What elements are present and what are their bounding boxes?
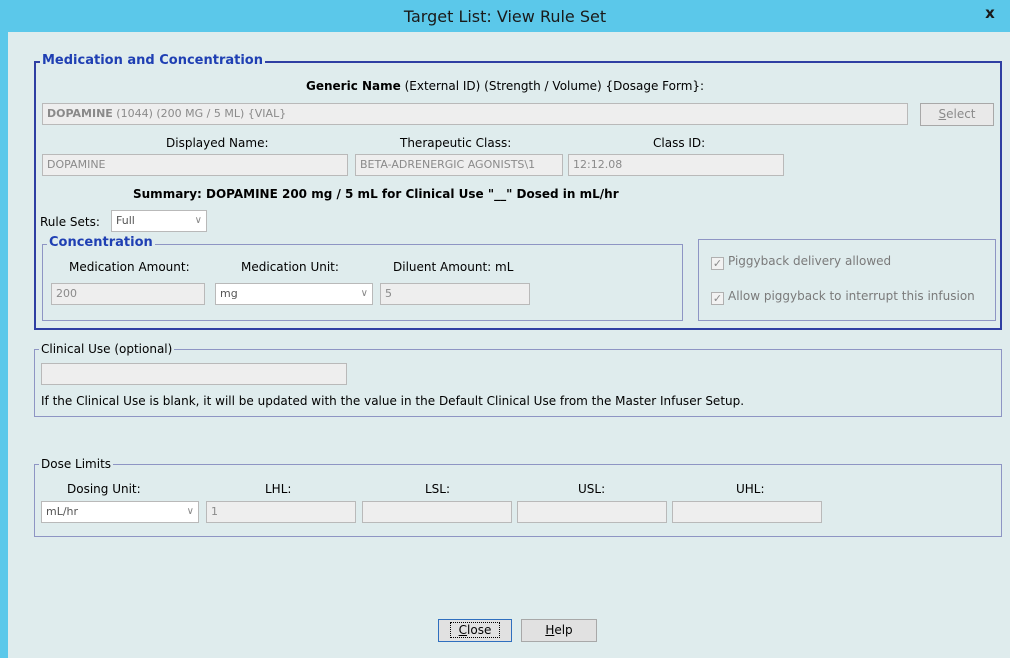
checkmark-icon: ✓ — [711, 257, 724, 270]
uhl-label: UHL: — [736, 482, 765, 496]
usl-label: USL: — [578, 482, 606, 496]
medication-concentration-group: Medication and Concentration Generic Nam… — [34, 54, 1002, 330]
dosing-unit-label: Dosing Unit: — [67, 482, 141, 496]
close-button-label: lose — [467, 623, 492, 637]
dosing-unit-value: mL/hr — [46, 505, 79, 518]
usl-field — [517, 501, 667, 523]
dosing-unit-dropdown[interactable]: mL/hr ∨ — [41, 501, 199, 523]
close-button-focus: Close — [449, 622, 501, 638]
select-button-mnemonic: S — [938, 107, 947, 121]
chevron-down-icon: ∨ — [360, 288, 368, 299]
piggyback-interrupt-label: Allow piggyback to interrupt this infusi… — [728, 289, 975, 303]
lhl-field: 1 — [206, 501, 356, 523]
help-button-mnemonic: H — [545, 623, 555, 637]
title-bar[interactable]: Target List: View Rule Set x — [0, 0, 1010, 32]
piggyback-delivery-checkbox[interactable]: ✓ Piggyback delivery allowed — [711, 254, 891, 270]
dialog-client-area: Medication and Concentration Generic Nam… — [8, 32, 1010, 658]
window-title: Target List: View Rule Set — [403, 7, 607, 26]
piggyback-group: ✓ Piggyback delivery allowed ✓ Allow piggy… — [698, 239, 996, 321]
concentration-group: Concentration Medication Amount: Medicat… — [42, 236, 683, 321]
generic-name-value-rest: (1044) (200 MG / 5 ML) {VIAL} — [112, 107, 287, 120]
displayed-name-label: Displayed Name: — [166, 136, 269, 150]
piggyback-interrupt-checkbox[interactable]: ✓ Allow piggyback to interrupt this infus… — [711, 289, 975, 305]
rule-sets-value: Full — [116, 214, 135, 227]
lsl-label: LSL: — [425, 482, 451, 496]
generic-name-header: Generic Name (External ID) (Strength / V… — [306, 79, 704, 93]
displayed-name-field: DOPAMINE — [42, 154, 348, 176]
medication-unit-dropdown[interactable]: mg ∨ — [215, 283, 373, 305]
generic-name-header-rest: (External ID) (Strength / Volume) {Dosag… — [400, 79, 705, 93]
help-button-label: elp — [554, 623, 573, 637]
lsl-field — [362, 501, 512, 523]
diluent-amount-label: Diluent Amount: mL — [393, 260, 514, 274]
class-id-field: 12:12.08 — [568, 154, 784, 176]
medication-concentration-legend: Medication and Concentration — [40, 53, 265, 68]
dialog-window: Target List: View Rule Set x Medication … — [0, 0, 1010, 658]
concentration-legend: Concentration — [47, 235, 155, 250]
dose-limits-legend: Dose Limits — [39, 457, 114, 471]
select-button[interactable]: Select — [920, 103, 994, 126]
close-icon[interactable]: x — [976, 2, 1004, 24]
rule-sets-label: Rule Sets: — [40, 215, 100, 229]
generic-name-field: DOPAMINE (1044) (200 MG / 5 ML) {VIAL} — [42, 103, 908, 125]
piggyback-delivery-label: Piggyback delivery allowed — [728, 254, 892, 268]
clinical-use-field — [41, 363, 347, 385]
medication-amount-field: 200 — [51, 283, 205, 305]
therapeutic-class-field: BETA-ADRENERGIC AGONISTS\1 — [355, 154, 563, 176]
chevron-down-icon: ∨ — [194, 215, 202, 226]
summary-text: Summary: DOPAMINE 200 mg / 5 mL for Clin… — [133, 187, 619, 201]
generic-name-header-bold: Generic Name — [306, 79, 401, 93]
generic-name-value-bold: DOPAMINE — [47, 107, 113, 120]
clinical-use-group: Clinical Use (optional) If the Clinical … — [34, 342, 1002, 417]
medication-unit-value: mg — [220, 287, 238, 300]
close-button[interactable]: Close — [438, 619, 512, 642]
clinical-use-legend: Clinical Use (optional) — [39, 342, 175, 356]
close-button-mnemonic: C — [458, 623, 468, 637]
dose-limits-group: Dose Limits Dosing Unit: LHL: LSL: USL: … — [34, 457, 1002, 537]
select-button-label: elect — [946, 107, 976, 121]
clinical-use-note: If the Clinical Use is blank, it will be… — [41, 394, 745, 408]
rule-sets-dropdown[interactable]: Full ∨ — [111, 210, 207, 232]
medication-amount-label: Medication Amount: — [69, 260, 190, 274]
medication-unit-label: Medication Unit: — [241, 260, 339, 274]
diluent-amount-field: 5 — [380, 283, 530, 305]
class-id-label: Class ID: — [653, 136, 706, 150]
therapeutic-class-label: Therapeutic Class: — [400, 136, 512, 150]
lhl-label: LHL: — [265, 482, 292, 496]
uhl-field — [672, 501, 822, 523]
help-button[interactable]: Help — [521, 619, 597, 642]
chevron-down-icon: ∨ — [186, 506, 194, 517]
checkmark-icon: ✓ — [711, 292, 724, 305]
